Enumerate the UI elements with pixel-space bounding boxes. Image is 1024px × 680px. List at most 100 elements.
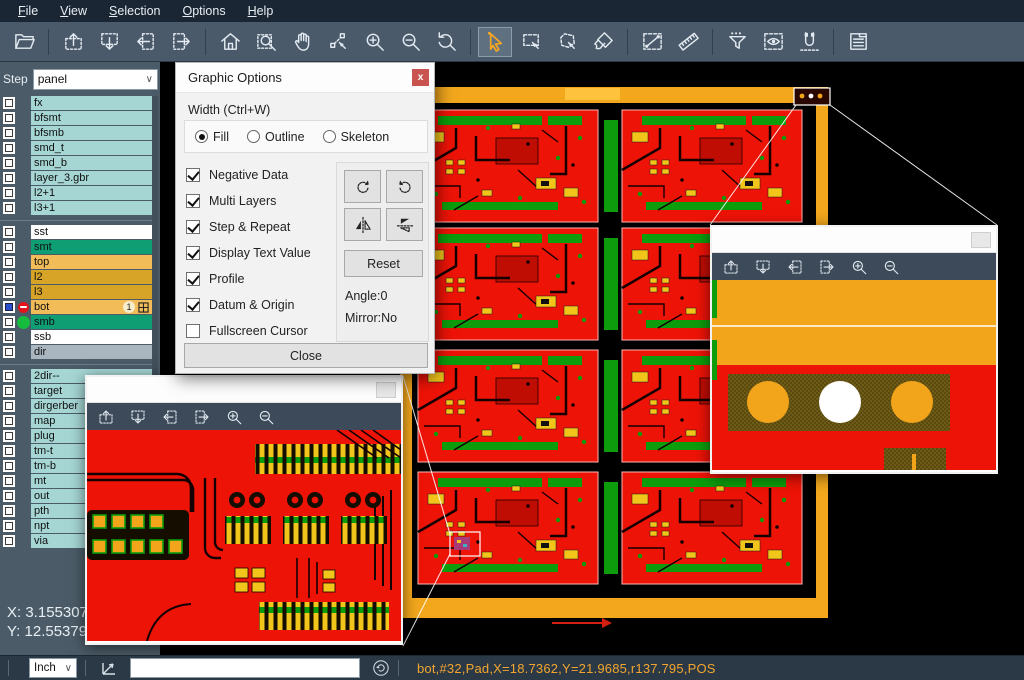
flip-v-icon[interactable]: [386, 208, 423, 241]
preview-right-pan-right-icon[interactable]: [814, 255, 840, 278]
preview-left-titlebar[interactable]: [87, 377, 401, 403]
hand-icon[interactable]: [285, 27, 319, 57]
poly-select-icon[interactable]: [550, 27, 584, 57]
layer-row-bot[interactable]: bot1: [0, 300, 152, 314]
radio-outline[interactable]: Outline: [247, 130, 305, 144]
layer-row-smt[interactable]: smt: [0, 240, 152, 254]
view-icon[interactable]: [756, 27, 790, 57]
refresh-icon[interactable]: [372, 659, 390, 677]
layer-checkbox[interactable]: [3, 97, 15, 109]
menu-help[interactable]: Help: [238, 2, 284, 20]
layer-checkbox[interactable]: [3, 112, 15, 124]
step-select[interactable]: panel ∨: [33, 69, 158, 90]
layer-checkbox[interactable]: [3, 172, 15, 184]
flip-h-icon[interactable]: [344, 208, 381, 241]
preview-left-pan-down-icon[interactable]: [125, 405, 151, 428]
layer-row-dir[interactable]: dir: [0, 345, 152, 359]
preview-left-pan-right-icon[interactable]: [189, 405, 215, 428]
checkbox-profile[interactable]: Profile: [186, 266, 311, 292]
layer-row-sst[interactable]: sst: [0, 225, 152, 239]
zoom-in-icon[interactable]: [357, 27, 391, 57]
unit-select[interactable]: Inch ∨: [29, 658, 77, 678]
layer-checkbox[interactable]: [3, 187, 15, 199]
preview-right-zoom-out-icon[interactable]: [878, 255, 904, 278]
ruler-icon[interactable]: [671, 27, 705, 57]
layer-checkbox[interactable]: [3, 385, 15, 397]
layer-label[interactable]: bfsmt: [31, 111, 152, 125]
radio-fill[interactable]: Fill: [195, 130, 229, 144]
layer-checkbox[interactable]: [3, 415, 15, 427]
panel-list-icon[interactable]: [841, 27, 875, 57]
select-icon[interactable]: [478, 27, 512, 57]
home-icon[interactable]: [213, 27, 247, 57]
preview-right-titlebar[interactable]: [712, 227, 996, 253]
rect-select-icon[interactable]: [514, 27, 548, 57]
dialog-titlebar[interactable]: Graphic Options x: [176, 63, 434, 93]
layer-checkbox[interactable]: [3, 445, 15, 457]
layer-checkbox[interactable]: [3, 430, 15, 442]
layer-label[interactable]: dir: [31, 345, 152, 359]
layer-checkbox[interactable]: [3, 370, 15, 382]
layer-checkbox[interactable]: [3, 505, 15, 517]
checkbox-fullscreen-cursor[interactable]: Fullscreen Cursor: [186, 318, 311, 344]
layer-row-smb[interactable]: smb: [0, 315, 152, 329]
layer-row-bfsmt[interactable]: bfsmt: [0, 111, 152, 125]
preview-right-window-button[interactable]: [971, 232, 991, 248]
preview-left-pan-left-icon[interactable]: [157, 405, 183, 428]
command-input[interactable]: [130, 658, 360, 678]
preview-left-zoom-out-icon[interactable]: [253, 405, 279, 428]
layer-row-l2+1[interactable]: l2+1: [0, 186, 152, 200]
preview-left-pan-up-icon[interactable]: [93, 405, 119, 428]
preview-right-zoom-in-icon[interactable]: [846, 255, 872, 278]
pan-right-icon[interactable]: [164, 27, 198, 57]
layer-checkbox[interactable]: [3, 400, 15, 412]
layer-row-fx[interactable]: fx: [0, 96, 152, 110]
layer-checkbox[interactable]: [3, 346, 15, 358]
layer-row-l3[interactable]: l3: [0, 285, 152, 299]
menu-view[interactable]: View: [50, 2, 97, 20]
checkbox-negative-data[interactable]: Negative Data: [186, 162, 311, 188]
layer-label[interactable]: fx: [31, 96, 152, 110]
layer-checkbox[interactable]: [3, 256, 15, 268]
layer-checkbox[interactable]: [3, 157, 15, 169]
layer-checkbox[interactable]: [3, 520, 15, 532]
pan-down-icon[interactable]: [92, 27, 126, 57]
layer-label[interactable]: l3+1: [31, 201, 152, 215]
measure-angle-icon[interactable]: [100, 658, 120, 678]
layer-checkbox[interactable]: [3, 460, 15, 472]
layer-row-bfsmb[interactable]: bfsmb: [0, 126, 152, 140]
layer-label[interactable]: bot1: [31, 300, 152, 314]
layer-checkbox[interactable]: [3, 301, 15, 313]
layer-label[interactable]: smt: [31, 240, 152, 254]
pan-up-icon[interactable]: [56, 27, 90, 57]
layer-row-ssb[interactable]: ssb: [0, 330, 152, 344]
layer-checkbox[interactable]: [3, 271, 15, 283]
rotate-ccw-icon[interactable]: [386, 170, 423, 203]
layer-row-smd_t[interactable]: smd_t: [0, 141, 152, 155]
menu-options[interactable]: Options: [172, 2, 235, 20]
checkbox-multi-layers[interactable]: Multi Layers: [186, 188, 311, 214]
layer-checkbox[interactable]: [3, 202, 15, 214]
preview-right-pan-down-icon[interactable]: [750, 255, 776, 278]
checkbox-datum-origin[interactable]: Datum & Origin: [186, 292, 311, 318]
zoom-preview-window-right[interactable]: [710, 225, 998, 474]
layer-checkbox[interactable]: [3, 142, 15, 154]
preview-right-pan-left-icon[interactable]: [782, 255, 808, 278]
layer-label[interactable]: layer_3.gbr: [31, 171, 152, 185]
layer-row-l2[interactable]: l2: [0, 270, 152, 284]
dialog-close-icon[interactable]: x: [412, 69, 429, 86]
layer-checkbox[interactable]: [3, 286, 15, 298]
zoom-area-icon[interactable]: [249, 27, 283, 57]
menu-file[interactable]: File: [8, 2, 48, 20]
layer-row-smd_b[interactable]: smd_b: [0, 156, 152, 170]
layer-checkbox[interactable]: [3, 535, 15, 547]
layer-checkbox[interactable]: [3, 316, 15, 328]
layer-row-l3+1[interactable]: l3+1: [0, 201, 152, 215]
layer-label[interactable]: l3: [31, 285, 152, 299]
preview-right-pan-up-icon[interactable]: [718, 255, 744, 278]
close-button[interactable]: Close: [184, 343, 428, 368]
layer-label[interactable]: bfsmb: [31, 126, 152, 140]
node-edit-icon[interactable]: [321, 27, 355, 57]
checkbox-display-text-value[interactable]: Display Text Value: [186, 240, 311, 266]
grid-icon[interactable]: [138, 302, 149, 313]
